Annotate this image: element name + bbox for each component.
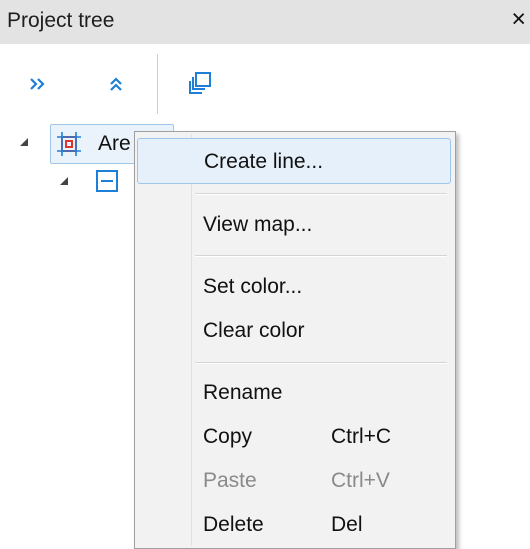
menu-item-label: View map... xyxy=(203,213,313,236)
menu-item-create-line[interactable]: Create line... xyxy=(137,138,451,184)
menu-item-set-color[interactable]: Set color... xyxy=(137,264,451,310)
close-icon[interactable]: × xyxy=(511,4,526,34)
menu-separator xyxy=(195,255,447,257)
area-icon xyxy=(57,132,81,156)
menu-item-label: Clear color xyxy=(203,319,305,342)
menu-item-shortcut: Del xyxy=(331,513,363,536)
menu-item-copy[interactable]: Copy Ctrl+C xyxy=(137,414,451,460)
expand-all-button[interactable] xyxy=(18,64,58,104)
menu-item-label: Paste xyxy=(203,469,257,492)
copy-windows-button[interactable] xyxy=(180,64,220,104)
panel-title-bar: Project tree × xyxy=(0,0,530,44)
menu-item-shortcut: Ctrl+V xyxy=(331,469,390,492)
menu-separator xyxy=(195,362,447,364)
toolbar xyxy=(0,44,530,124)
menu-item-label: Set color... xyxy=(203,275,303,298)
expand-all-icon xyxy=(30,78,45,90)
menu-item-clear-color[interactable]: Clear color xyxy=(137,308,451,354)
menu-separator xyxy=(195,193,447,195)
expander-icon[interactable] xyxy=(18,136,30,148)
menu-item-shortcut: Ctrl+C xyxy=(331,425,392,448)
expander-icon[interactable] xyxy=(58,175,70,187)
tree-node-label: Are xyxy=(98,132,131,155)
menu-item-label: Delete xyxy=(203,513,264,536)
collapse-all-icon xyxy=(110,77,122,91)
panel-title: Project tree xyxy=(7,9,115,32)
menu-item-label: Create line... xyxy=(204,150,324,173)
menu-item-view-map[interactable]: View map... xyxy=(137,202,451,248)
menu-item-paste[interactable]: Paste Ctrl+V xyxy=(137,458,451,504)
menu-item-label: Copy xyxy=(203,425,253,448)
menu-item-delete[interactable]: Delete Del xyxy=(137,502,451,548)
context-menu: Create line... View map... Set color... … xyxy=(134,131,456,549)
copy-windows-icon xyxy=(189,72,211,94)
menu-item-label: Rename xyxy=(203,381,283,404)
toolbar-separator xyxy=(157,54,158,114)
menu-item-rename[interactable]: Rename xyxy=(137,370,451,416)
collapse-all-button[interactable] xyxy=(96,64,136,104)
line-item-icon[interactable] xyxy=(94,168,120,194)
